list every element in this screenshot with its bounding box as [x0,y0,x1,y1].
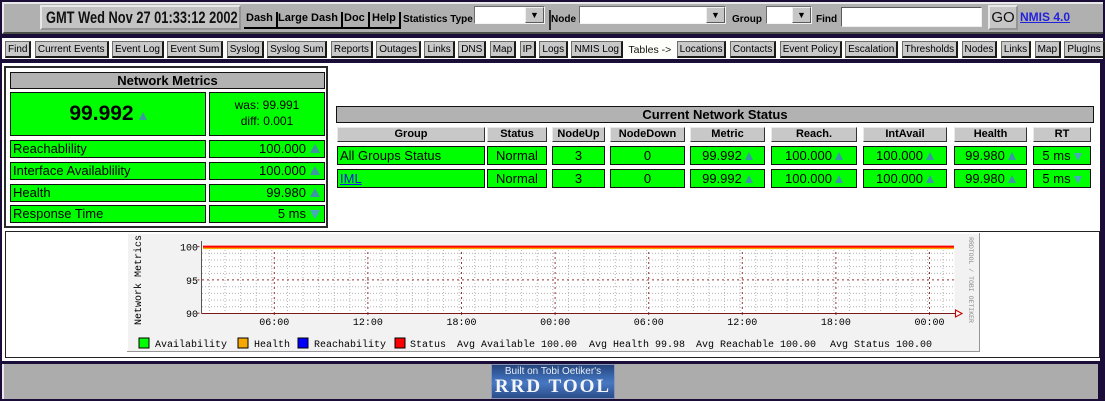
svg-text:RRDTOOL / TOBI OETIKER: RRDTOOL / TOBI OETIKER [967,237,974,323]
svg-text:06:00: 06:00 [634,318,664,329]
svg-text:06:00: 06:00 [259,318,289,329]
svg-text:12:00: 12:00 [353,318,383,329]
svg-text:90: 90 [186,310,198,321]
svg-text:18:00: 18:00 [446,318,476,329]
svg-text:18:00: 18:00 [821,318,851,329]
svg-text:100: 100 [180,244,198,255]
svg-text:Network Metrics: Network Metrics [133,235,145,325]
svg-text:Health: Health [254,339,290,351]
svg-text:95: 95 [186,277,198,288]
svg-text:Avg Reachable 100.00: Avg Reachable 100.00 [696,339,816,351]
svg-text:Avg Status 100.00: Avg Status 100.00 [830,340,932,351]
svg-text:Avg Available 100.00: Avg Available 100.00 [457,339,577,351]
svg-text:Status: Status [410,340,446,351]
svg-text:Availability: Availability [155,339,227,351]
svg-text:Avg Health 99.98: Avg Health 99.98 [589,339,685,351]
svg-text:00:00: 00:00 [540,318,570,329]
svg-text:Reachability: Reachability [314,339,386,351]
svg-text:00:00: 00:00 [914,318,944,329]
svg-text:12:00: 12:00 [727,318,757,329]
